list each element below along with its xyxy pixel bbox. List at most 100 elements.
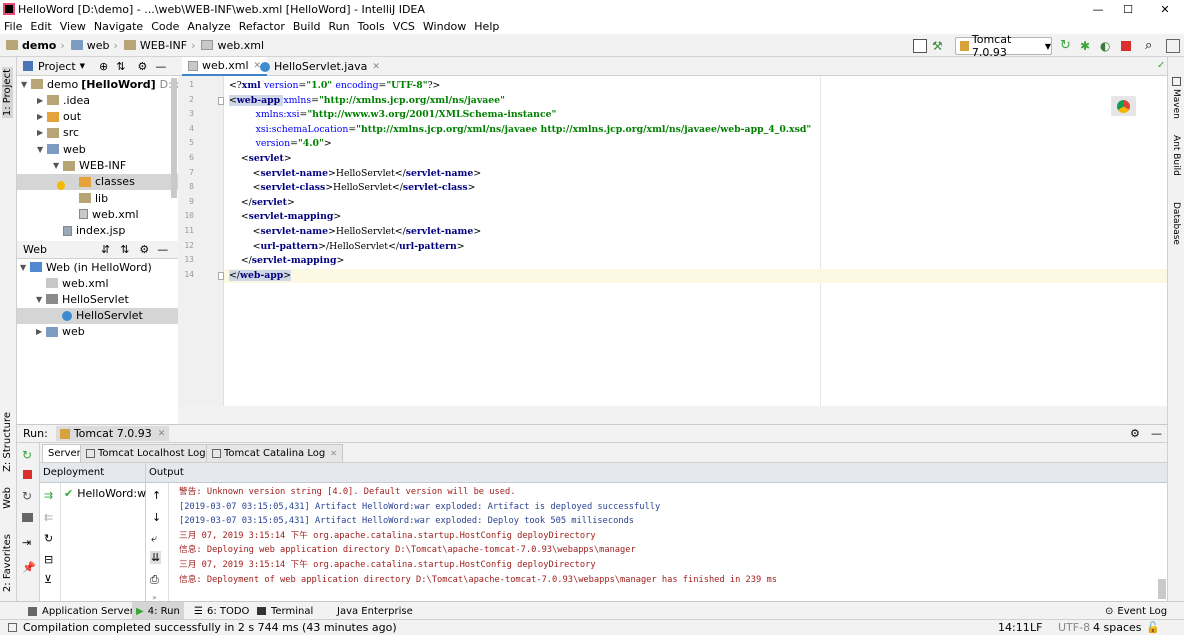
chevron-down-icon[interactable]: ▼ [21,80,31,89]
tab-helloservlet-java[interactable]: HelloServlet.java ✕ [254,57,386,76]
tree-item[interactable]: HelloServlet [17,307,178,324]
deploy-icon[interactable]: ⇉ [44,489,53,502]
collapse-icon[interactable]: ⇅ [116,60,125,73]
menu-refactor[interactable]: Refactor [235,20,289,33]
line-separator[interactable]: LF [1030,621,1042,634]
menu-build[interactable]: Build [289,20,325,33]
breadcrumb-web-inf[interactable]: WEB-INF › [123,39,195,52]
close-button[interactable]: ✕ [1148,0,1182,18]
hide-icon[interactable]: — [1151,427,1162,440]
tree-item[interactable]: ▼demo[HelloWord]D:\demo [21,76,178,92]
chevron-down-icon[interactable]: ▼ [36,295,46,304]
stop-icon[interactable] [23,470,32,479]
gear-icon[interactable]: ⚙ [139,243,149,256]
chrome-browser-icon[interactable] [1111,96,1136,116]
run-configuration-select[interactable]: Tomcat 7.0.93 ▼ [955,33,1052,59]
collapse-all-icon[interactable]: ⇅ [120,243,129,256]
rerun-icon[interactable]: ↻ [1060,39,1074,53]
menu-vcs[interactable]: VCS [389,20,419,33]
up-arrow-icon[interactable]: ↑ [152,489,161,502]
stop-icon[interactable] [1121,41,1131,51]
tree-item[interactable]: web.xml [69,206,139,222]
tree-item[interactable]: ▶ src [37,125,79,141]
deployment-item[interactable]: ✔ HelloWord:war [64,487,146,500]
tree-item[interactable]: classes [17,173,178,190]
indent-setting[interactable]: 4 spaces [1093,621,1142,634]
dump-threads-icon[interactable] [22,513,33,522]
menu-window[interactable]: Window [419,20,470,33]
tab-event-log[interactable]: ⊙ Event Log [1101,602,1171,620]
hide-icon[interactable]: — [157,243,168,256]
scroll-to-end-icon[interactable]: ⇊ [150,551,162,564]
build-hammer-icon[interactable]: ⚒ [932,39,946,53]
chevron-right-icon[interactable]: ▶ [37,128,47,137]
chevron-right-icon[interactable]: ▶ [36,327,46,336]
menu-help[interactable]: Help [470,20,503,33]
tree-item[interactable]: ▼ WEB-INF [53,158,126,174]
menu-analyze[interactable]: Analyze [183,20,234,33]
tab-todo[interactable]: ☰ 6: TODO [190,602,253,620]
menu-tools[interactable]: Tools [354,20,389,33]
tab-tomcat-catalina-log[interactable]: Tomcat Catalina Log ✕ [206,444,343,462]
tree-item[interactable]: ▼ HelloServlet [36,291,129,307]
status-message[interactable]: Compilation completed successfully in 2 … [23,621,397,634]
update-icon[interactable]: ↻ [22,489,32,503]
run-config-tab[interactable]: Tomcat 7.0.93 ✕ [55,426,170,441]
print-icon[interactable]: ⎙ [150,573,159,587]
tab-run[interactable]: ▶ 4: Run [132,602,184,620]
file-encoding[interactable]: UTF-8 [1058,621,1090,634]
minimize-button[interactable]: — [1081,0,1115,18]
breadcrumb-demo[interactable]: demo › [6,39,65,52]
breadcrumb-web[interactable]: web › [70,39,118,52]
lightbulb-icon[interactable] [57,181,65,190]
chevron-down-icon[interactable]: ▼ [80,62,85,70]
lock-icon[interactable]: 🔓 [1146,621,1160,634]
down-arrow-icon[interactable]: ↓ [152,511,161,524]
tool-window-ant-build[interactable]: Ant Build [1171,135,1181,176]
close-icon[interactable]: ✕ [372,62,380,72]
menu-run[interactable]: Run [325,20,354,33]
tool-window-maven[interactable]: Maven [1171,89,1181,119]
tool-window-web[interactable]: Web [2,487,13,509]
tab-terminal[interactable]: Terminal [253,602,317,620]
gear-icon[interactable]: ⚙ [1130,427,1140,440]
tree-item[interactable]: ▶ out [37,109,81,125]
scrollbar-thumb[interactable] [1158,579,1166,599]
tree-item[interactable]: ▶ web [36,324,85,340]
tool-window-favorites[interactable]: 2: Favorites [2,534,13,592]
close-icon[interactable]: ✕ [330,449,337,458]
tree-item[interactable]: ▼ Web (in HelloWord) [20,259,152,275]
code-editor[interactable]: <?xml version="1.0" encoding="UTF-8"?> <w… [224,76,1167,406]
rerun-icon[interactable]: ↻ [22,448,32,462]
tree-item[interactable]: web.xml [36,275,109,291]
tree-item[interactable]: ▼ web [37,141,86,157]
tool-window-project[interactable]: 1: Project [2,67,13,119]
menu-code[interactable]: Code [147,20,183,33]
tab-java-enterprise[interactable]: Java Enterprise [333,602,417,620]
tab-tomcat-localhost-log[interactable]: Tomcat Localhost Log✕ [80,444,224,462]
exit-icon[interactable]: ⇥ [22,536,31,549]
menu-navigate[interactable]: Navigate [90,20,147,33]
chevron-right-icon[interactable]: ▶ [37,96,47,105]
project-structure-icon[interactable] [913,39,927,53]
locate-icon[interactable]: ⊕ [99,60,108,73]
tree-item[interactable]: lib [69,190,108,206]
expand-all-icon[interactable]: ⇵ [101,243,110,256]
tab-application-servers[interactable]: Application Servers [24,602,143,620]
artifact-icon[interactable]: ⊟ [44,553,53,566]
menu-view[interactable]: View [56,20,90,33]
pin-icon[interactable]: 📌 [22,561,36,574]
layout-icon[interactable] [1166,39,1180,53]
hide-icon[interactable]: — [155,60,166,73]
tool-window-database[interactable]: Database [1171,202,1181,245]
chevron-down-icon[interactable]: ▼ [53,161,63,170]
project-view-select[interactable]: Project [38,60,76,73]
debug-bug-icon[interactable]: ✱ [1080,39,1094,53]
menu-edit[interactable]: Edit [26,20,55,33]
tree-item[interactable]: index.jsp [53,223,125,239]
maximize-button[interactable]: ☐ [1111,0,1145,18]
refresh-icon[interactable]: ↻ [44,532,53,545]
tool-window-structure[interactable]: Z: Structure [2,412,13,472]
soft-wrap-icon[interactable]: ⤶ [151,532,157,546]
tree-item[interactable]: ▶ .idea [37,92,90,108]
